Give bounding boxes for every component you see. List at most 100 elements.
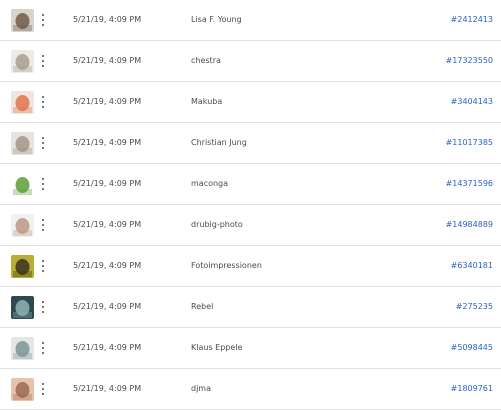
kebab-dot — [42, 147, 44, 149]
kebab-dot — [42, 265, 44, 267]
asset-date: 5/21/19, 4:09 PM — [73, 15, 142, 24]
more-options-icon[interactable] — [38, 218, 48, 232]
green-leaf-thumbnail — [11, 173, 34, 196]
more-options-icon[interactable] — [38, 177, 48, 191]
contributor-name: Lisa F. Young — [191, 15, 242, 24]
kebab-dot — [42, 188, 44, 190]
kebab-dot — [42, 260, 44, 262]
kebab-dot — [42, 142, 44, 144]
contributor-name: Fotoimpressionen — [191, 261, 262, 270]
asset-date: 5/21/19, 4:09 PM — [73, 179, 142, 188]
asset-row[interactable]: 5/21/19, 4:09 PM Lisa F. Young #2412413 — [0, 0, 501, 41]
person-portrait-thumbnail — [11, 9, 34, 32]
asset-row[interactable]: 5/21/19, 4:09 PM Rebel #275235 — [0, 287, 501, 328]
asset-thumbnail[interactable] — [11, 9, 34, 32]
asset-thumbnail[interactable] — [11, 132, 34, 155]
asset-row[interactable]: 5/21/19, 4:09 PM djma #1809761 — [0, 369, 501, 410]
asset-thumbnail[interactable] — [11, 91, 34, 114]
more-options-icon[interactable] — [38, 54, 48, 68]
asset-id-link[interactable]: #2412413 — [451, 15, 493, 24]
contributor-name: chestra — [191, 56, 221, 65]
asset-id-link[interactable]: #3404143 — [451, 97, 493, 106]
white-object-thumbnail — [11, 50, 34, 73]
asset-id-link[interactable]: #275235 — [456, 302, 493, 311]
kebab-dot — [42, 306, 44, 308]
kebab-dot — [42, 347, 44, 349]
nose-thumbnail — [11, 91, 34, 114]
asset-date: 5/21/19, 4:09 PM — [73, 302, 142, 311]
kebab-dot — [42, 55, 44, 57]
asset-id-link[interactable]: #14371596 — [446, 179, 493, 188]
kebab-dot — [42, 311, 44, 313]
kebab-dot — [42, 60, 44, 62]
kebab-dot — [42, 301, 44, 303]
kebab-dot — [42, 24, 44, 26]
kebab-dot — [42, 219, 44, 221]
contributor-name: Klaus Eppele — [191, 343, 243, 352]
asset-id-link[interactable]: #5098445 — [451, 343, 493, 352]
bottle-thumbnail — [11, 337, 34, 360]
asset-thumbnail[interactable] — [11, 255, 34, 278]
asset-row[interactable]: 5/21/19, 4:09 PM Fotoimpressionen #6340181 — [0, 246, 501, 287]
asset-thumbnail[interactable] — [11, 378, 34, 401]
asset-list: 5/21/19, 4:09 PM Lisa F. Young #2412413 5/2… — [0, 0, 501, 410]
garlic-thumbnail — [11, 132, 34, 155]
contributor-name: drubig-photo — [191, 220, 243, 229]
kebab-dot — [42, 383, 44, 385]
face-thumbnail — [11, 378, 34, 401]
more-options-icon[interactable] — [38, 382, 48, 396]
contributor-name: maconga — [191, 179, 229, 188]
kebab-dot — [42, 224, 44, 226]
more-options-icon[interactable] — [38, 259, 48, 273]
kebab-dot — [42, 178, 44, 180]
kebab-dot — [42, 101, 44, 103]
asset-id-link[interactable]: #1809761 — [451, 384, 493, 393]
kebab-dot — [42, 229, 44, 231]
kebab-dot — [42, 96, 44, 98]
more-options-icon[interactable] — [38, 95, 48, 109]
contributor-name: Rebel — [191, 302, 214, 311]
asset-id-link[interactable]: #11017385 — [446, 138, 493, 147]
woman-thumbnail — [11, 214, 34, 237]
asset-id-link[interactable]: #6340181 — [451, 261, 493, 270]
kebab-dot — [42, 183, 44, 185]
more-options-icon[interactable] — [38, 136, 48, 150]
asset-row[interactable]: 5/21/19, 4:09 PM maconga #14371596 — [0, 164, 501, 205]
asset-id-link[interactable]: #17323550 — [446, 56, 493, 65]
asset-thumbnail[interactable] — [11, 337, 34, 360]
asset-date: 5/21/19, 4:09 PM — [73, 220, 142, 229]
asset-date: 5/21/19, 4:09 PM — [73, 138, 142, 147]
kebab-dot — [42, 14, 44, 16]
asset-row[interactable]: 5/21/19, 4:09 PM chestra #17323550 — [0, 41, 501, 82]
contributor-name: Makuba — [191, 97, 223, 106]
more-options-icon[interactable] — [38, 341, 48, 355]
asset-date: 5/21/19, 4:09 PM — [73, 384, 142, 393]
asset-id-link[interactable]: #14984889 — [446, 220, 493, 229]
kebab-dot — [42, 270, 44, 272]
asset-thumbnail[interactable] — [11, 296, 34, 319]
asset-date: 5/21/19, 4:09 PM — [73, 261, 142, 270]
asset-date: 5/21/19, 4:09 PM — [73, 97, 142, 106]
asset-date: 5/21/19, 4:09 PM — [73, 56, 142, 65]
contributor-name: Christian Jung — [191, 138, 247, 147]
more-options-icon[interactable] — [38, 300, 48, 314]
kebab-dot — [42, 342, 44, 344]
kebab-dot — [42, 388, 44, 390]
asset-thumbnail[interactable] — [11, 50, 34, 73]
kebab-dot — [42, 106, 44, 108]
dark-scene-thumbnail — [11, 296, 34, 319]
asset-thumbnail[interactable] — [11, 173, 34, 196]
kebab-dot — [42, 393, 44, 395]
woman-in-field-thumbnail — [11, 255, 34, 278]
asset-date: 5/21/19, 4:09 PM — [73, 343, 142, 352]
contributor-name: djma — [191, 384, 211, 393]
asset-row[interactable]: 5/21/19, 4:09 PM Klaus Eppele #5098445 — [0, 328, 501, 369]
kebab-dot — [42, 65, 44, 67]
more-options-icon[interactable] — [38, 13, 48, 27]
kebab-dot — [42, 137, 44, 139]
kebab-dot — [42, 352, 44, 354]
asset-row[interactable]: 5/21/19, 4:09 PM Makuba #3404143 — [0, 82, 501, 123]
asset-row[interactable]: 5/21/19, 4:09 PM Christian Jung #11017385 — [0, 123, 501, 164]
asset-thumbnail[interactable] — [11, 214, 34, 237]
asset-row[interactable]: 5/21/19, 4:09 PM drubig-photo #14984889 — [0, 205, 501, 246]
